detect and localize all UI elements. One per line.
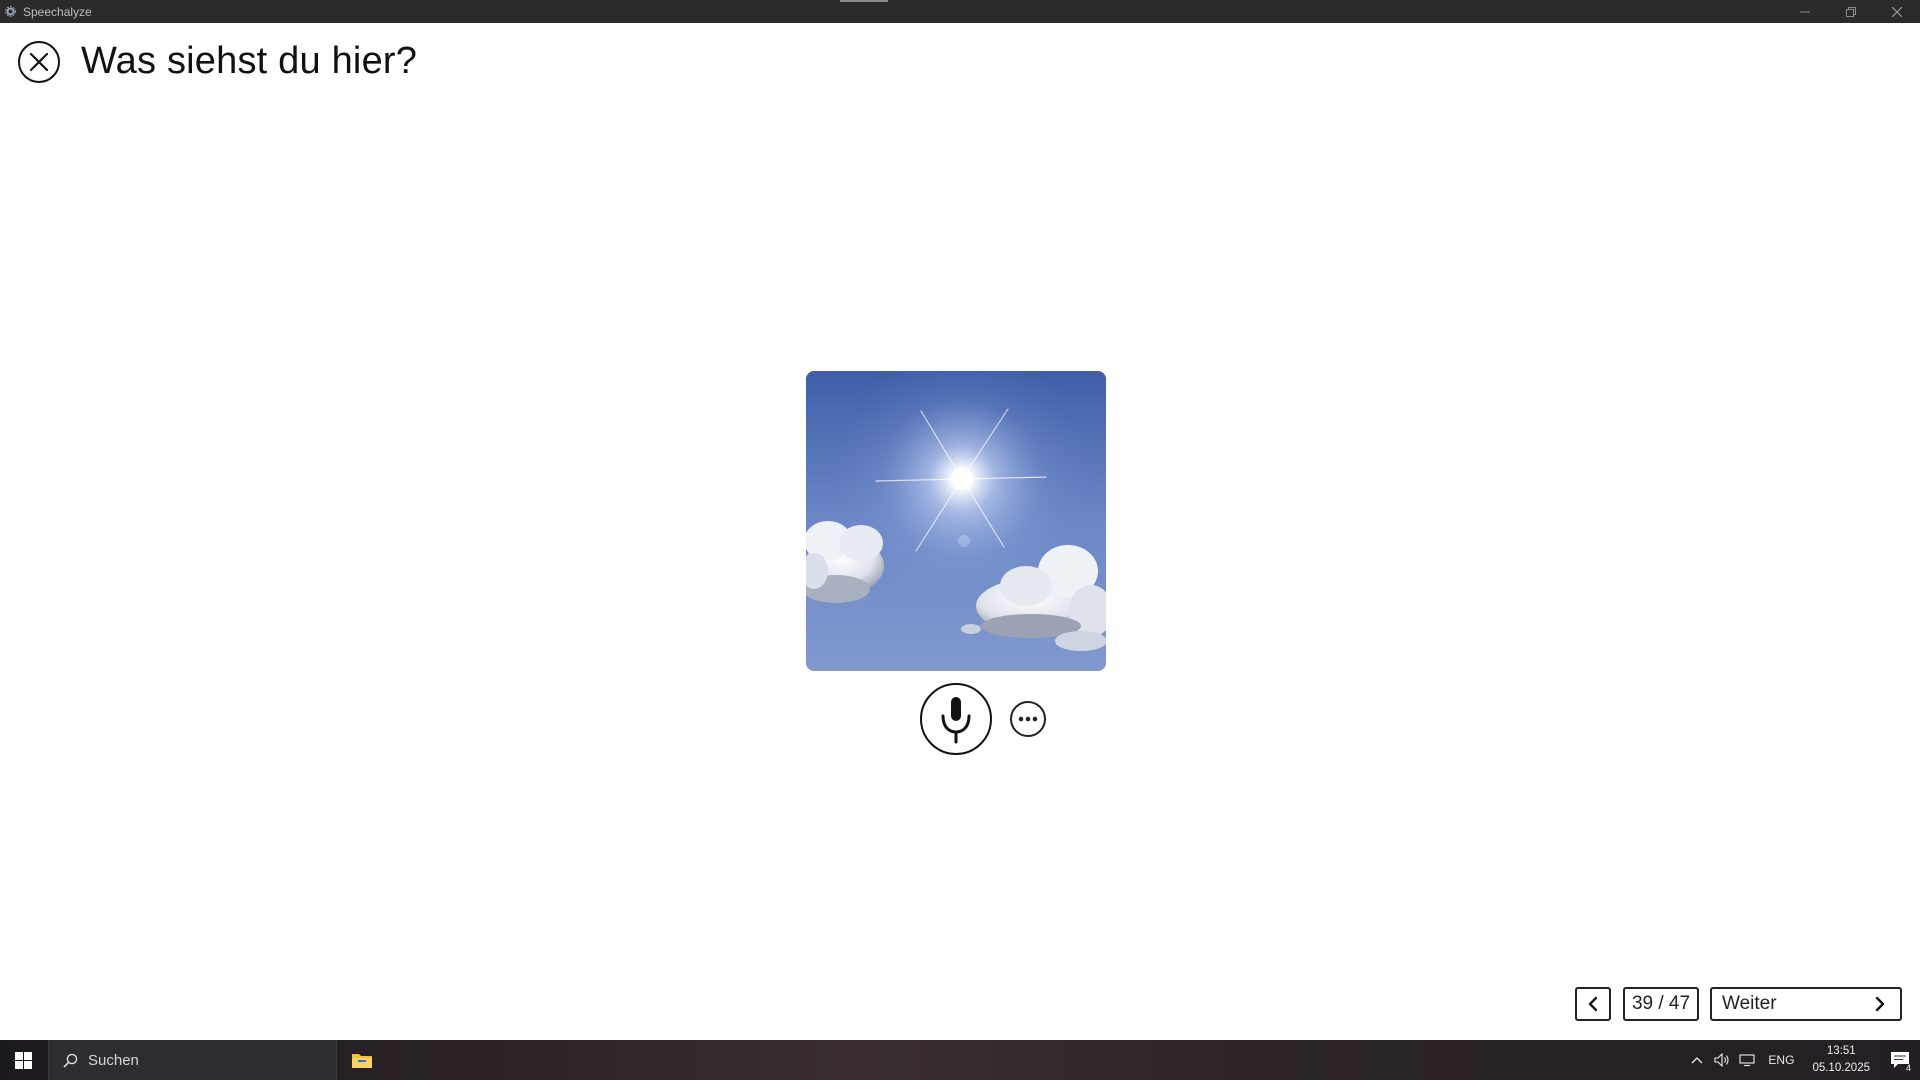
start-button[interactable] <box>0 1040 46 1080</box>
notification-count: 4 <box>1905 1063 1911 1073</box>
taskbar-search-box[interactable]: Suchen <box>48 1040 337 1080</box>
chevron-up-icon <box>1691 1057 1703 1064</box>
exit-exercise-button[interactable] <box>18 41 60 83</box>
prompt-image <box>806 371 1106 671</box>
next-button-label: Weiter <box>1722 993 1777 1014</box>
restore-icon <box>1846 6 1856 17</box>
record-button[interactable] <box>920 683 992 755</box>
clock-time: 13:51 <box>1826 1045 1856 1057</box>
clock[interactable]: 13:51 05.10.2025 <box>1802 1043 1880 1077</box>
window-title-bar: Speechalyze <box>0 0 1920 23</box>
ellipsis-icon <box>1018 716 1038 722</box>
search-icon <box>63 1053 78 1068</box>
page-counter: 39 / 47 <box>1623 987 1699 1021</box>
more-options-button[interactable] <box>1010 701 1046 737</box>
system-tray: ENG 13:51 05.10.2025 4 <box>1684 1040 1920 1080</box>
search-placeholder: Suchen <box>88 1051 139 1069</box>
speaker-icon <box>1714 1053 1729 1067</box>
clock-date: 05.10.2025 <box>1812 1062 1870 1074</box>
minimize-icon <box>1800 11 1810 12</box>
file-explorer-button[interactable] <box>346 1040 378 1080</box>
restore-button[interactable] <box>1828 0 1874 23</box>
page-title: Was siehst du hier? <box>81 40 418 82</box>
sun-sky-clouds-image <box>806 371 1106 671</box>
close-icon <box>29 52 49 72</box>
title-indicator <box>840 0 888 2</box>
network-button[interactable] <box>1734 1040 1760 1080</box>
minimize-button[interactable] <box>1782 0 1828 23</box>
window-close-button[interactable] <box>1874 0 1920 23</box>
language-indicator[interactable]: ENG <box>1760 1040 1802 1080</box>
previous-button[interactable] <box>1575 987 1611 1021</box>
notifications-button[interactable]: 4 <box>1880 1040 1920 1080</box>
chevron-right-icon <box>1875 996 1885 1012</box>
gear-icon <box>2 4 18 20</box>
show-hidden-icons-button[interactable] <box>1684 1040 1710 1080</box>
next-button[interactable]: Weiter <box>1710 987 1902 1021</box>
folder-icon <box>352 1054 372 1068</box>
windows-logo-icon <box>14 1051 32 1069</box>
network-icon <box>1739 1054 1755 1067</box>
app-title: Speechalyze <box>23 4 92 19</box>
close-icon <box>1892 6 1902 17</box>
microphone-icon <box>941 697 971 744</box>
volume-button[interactable] <box>1710 1040 1734 1080</box>
taskbar: Suchen ENG 13:51 05.10.2025 4 <box>0 1040 1920 1080</box>
chevron-left-icon <box>1588 996 1598 1012</box>
